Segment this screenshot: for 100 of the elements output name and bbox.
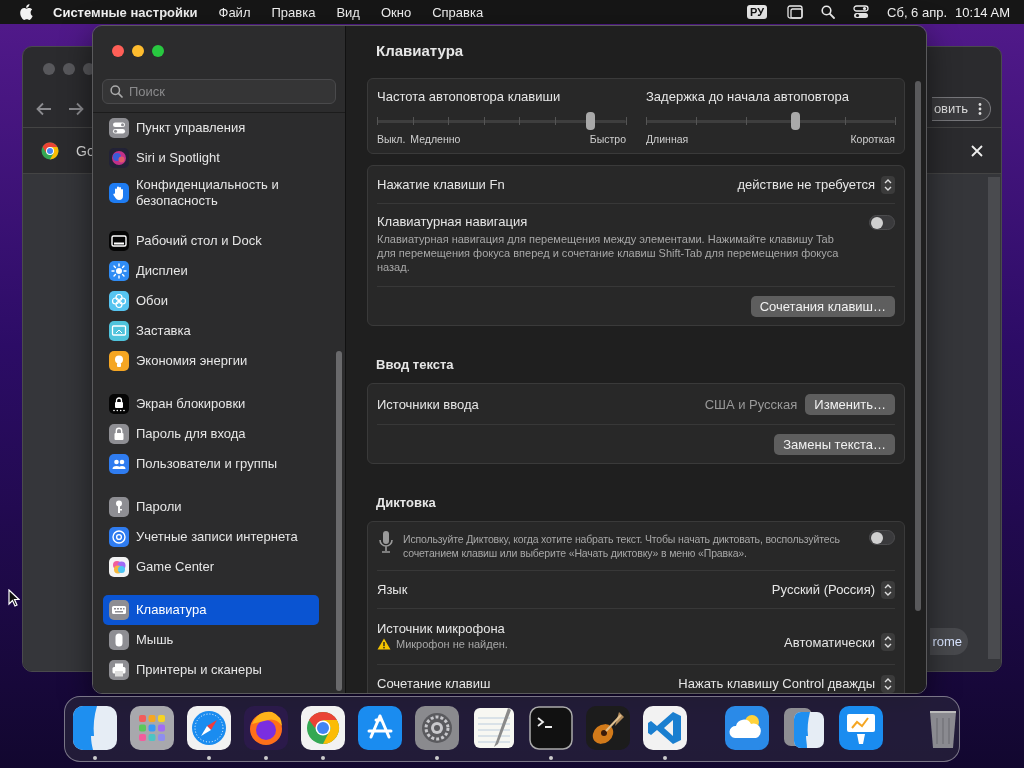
sidebar-item[interactable]: Конфиденциальность и безопасность bbox=[103, 173, 319, 213]
mouse-icon bbox=[109, 630, 129, 650]
mouse-pointer-icon bbox=[8, 589, 20, 607]
toggle-switch[interactable] bbox=[869, 530, 895, 545]
close-button[interactable] bbox=[112, 45, 124, 57]
apple-icon[interactable] bbox=[19, 4, 33, 20]
section-heading: Диктовка bbox=[375, 494, 437, 512]
toggle-switch[interactable] bbox=[869, 215, 895, 230]
browser-logo-icon bbox=[41, 141, 59, 160]
popup-button[interactable]: Нажать клавишу Control дважды bbox=[678, 674, 895, 693]
sidebar-item[interactable]: Пользователи и группы bbox=[103, 449, 319, 479]
code-editor-icon[interactable] bbox=[643, 706, 687, 760]
close-icon[interactable] bbox=[971, 144, 983, 157]
sidebar-item[interactable]: Рабочий стол и Dock bbox=[103, 226, 319, 256]
search-field[interactable]: Поиск bbox=[102, 79, 336, 104]
two-tone-icon[interactable] bbox=[73, 706, 117, 760]
sidebar-item[interactable]: Принтеры и сканеры bbox=[103, 655, 319, 685]
setting-label: Источники ввода bbox=[377, 396, 480, 412]
scale-label: Выкл. bbox=[377, 133, 406, 145]
gear-icon[interactable] bbox=[415, 706, 459, 760]
key-icon bbox=[109, 497, 129, 517]
terminal-icon[interactable] bbox=[529, 706, 573, 760]
menu-bar-clock[interactable]: 10:14 AM bbox=[955, 4, 1010, 20]
warning-text: Микрофон не найден. bbox=[396, 638, 508, 650]
popup-button[interactable]: действие не требуется bbox=[737, 175, 895, 194]
slider[interactable] bbox=[646, 112, 895, 130]
popup-button[interactable]: Автоматически bbox=[784, 633, 895, 651]
popup-button[interactable]: Русский (Россия) bbox=[771, 580, 895, 599]
chevron-updown-icon bbox=[881, 175, 895, 194]
slider-thumb[interactable] bbox=[790, 112, 800, 130]
sidebar-item[interactable]: Пароль для входа bbox=[103, 419, 319, 449]
sidebar-item[interactable]: Пароли bbox=[103, 492, 319, 522]
setting-label: Язык bbox=[377, 582, 409, 597]
minimize-button[interactable] bbox=[132, 45, 144, 57]
action-button[interactable]: Изменить… bbox=[805, 393, 895, 415]
dock-icon bbox=[109, 231, 129, 251]
floating-button[interactable]: rome bbox=[930, 628, 968, 655]
search-icon bbox=[110, 85, 123, 98]
sidebar-item[interactable]: Дисплеи bbox=[103, 256, 319, 286]
microphone-icon bbox=[377, 530, 395, 556]
search-icon[interactable] bbox=[821, 5, 836, 19]
scale-label: Быстро bbox=[589, 133, 626, 145]
setting-label: Нажатие клавиши Fn bbox=[377, 177, 506, 192]
chevron-updown-icon bbox=[881, 633, 895, 651]
slider[interactable] bbox=[377, 112, 626, 130]
flame-globe-icon[interactable] bbox=[244, 706, 288, 760]
chevron-updown-icon bbox=[881, 580, 895, 599]
setting-label: Клавиатурная навигация bbox=[377, 214, 529, 229]
bulb-icon bbox=[109, 351, 129, 371]
menu-item[interactable]: Файл bbox=[218, 4, 251, 20]
menu-bar-date[interactable]: Сб, 6 апр. bbox=[887, 4, 948, 20]
pane-title: Клавиатура bbox=[375, 41, 465, 60]
compass-icon[interactable] bbox=[187, 706, 231, 760]
lock-icon bbox=[109, 424, 129, 444]
zoom-button[interactable] bbox=[152, 45, 164, 57]
orb-icon bbox=[109, 148, 129, 168]
slider-label: Задержка до начала автоповтора bbox=[646, 89, 850, 104]
sidebar-item[interactable]: Экран блокировки bbox=[103, 389, 319, 419]
sidebar-item[interactable]: Мышь bbox=[103, 625, 319, 655]
slider-thumb[interactable] bbox=[585, 112, 595, 130]
lock-icon bbox=[109, 394, 129, 414]
sidebar-item[interactable]: Клавиатура bbox=[103, 595, 319, 625]
sidebar-item[interactable]: Учетные записи интернета bbox=[103, 522, 319, 552]
update-button[interactable]: овить bbox=[931, 96, 991, 121]
toggles-icon bbox=[109, 118, 129, 138]
sidebar-item[interactable]: Обои bbox=[103, 286, 319, 316]
menu-item[interactable]: Окно bbox=[380, 4, 412, 20]
action-button[interactable]: Сочетания клавиш… bbox=[750, 295, 895, 317]
sidebar-item[interactable]: Siri и Spotlight bbox=[103, 143, 319, 173]
setting-value: США и Русская bbox=[704, 396, 798, 412]
windows-icon[interactable] bbox=[787, 5, 804, 19]
sidebar-item[interactable]: Пункт управления bbox=[103, 113, 319, 143]
bubbles-icon bbox=[109, 557, 129, 577]
flower-icon bbox=[109, 291, 129, 311]
sidebar-item[interactable]: Заставка bbox=[103, 316, 319, 346]
setting-description: Клавиатурная навигация для перемещения между элементами. Нажимайте клавишу Tab для перемещения фокуса вперед и сочетание клавиш Shift-Tab для перемещения фокуса назад. bbox=[377, 232, 840, 274]
hand-icon bbox=[109, 183, 129, 203]
input-source-badge[interactable]: РУ bbox=[747, 5, 768, 19]
back-arrow-icon[interactable] bbox=[35, 100, 53, 117]
screen-icon bbox=[109, 321, 129, 341]
app-menu[interactable]: Системные настройки bbox=[53, 4, 198, 20]
sidebar-item[interactable]: Экономия энергии bbox=[103, 346, 319, 376]
control-center-icon[interactable] bbox=[853, 5, 870, 19]
sun-icon bbox=[109, 261, 129, 281]
forward-arrow-icon[interactable] bbox=[67, 100, 85, 117]
menu-item[interactable]: Вид bbox=[336, 4, 360, 20]
search-input[interactable]: Поиск bbox=[129, 80, 328, 103]
action-button[interactable]: Замены текста… bbox=[774, 433, 895, 455]
section-heading: Ввод текста bbox=[375, 356, 455, 374]
menu-item[interactable]: Правка bbox=[271, 4, 316, 20]
warning-icon bbox=[377, 638, 391, 650]
people-icon bbox=[109, 454, 129, 474]
setting-label: Источник микрофона bbox=[377, 621, 506, 636]
keyboard-icon bbox=[109, 600, 129, 620]
menu-item[interactable]: Справка bbox=[432, 4, 484, 20]
setting-description: Используйте Диктовку, когда хотите набрать текст. Чтобы начать диктовать, воспользуйтесь сочетанием клавиш или выберите «Начать диктовку» в меню «Правка». bbox=[403, 532, 841, 560]
setting-label: Сочетание клавиш bbox=[377, 676, 492, 691]
browser-ring-icon[interactable] bbox=[301, 706, 345, 760]
slider-label: Частота автоповтора клавиши bbox=[377, 89, 562, 104]
sidebar-item[interactable]: Game Center bbox=[103, 552, 319, 582]
